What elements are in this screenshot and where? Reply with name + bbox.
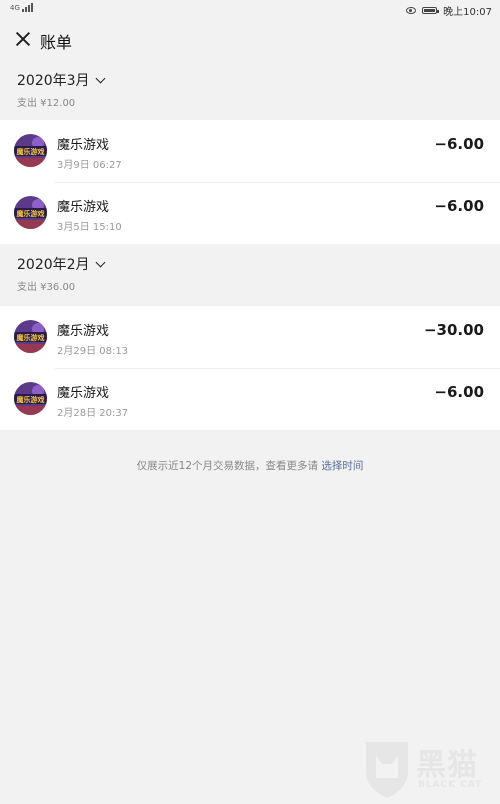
transaction-time: 3月9日 06:27 <box>57 160 122 171</box>
status-bar: 4G 晚上10:07 <box>0 0 500 18</box>
network-type: 4G <box>10 4 20 12</box>
transaction-time: 3月5日 15:10 <box>57 222 122 233</box>
select-time-link[interactable]: 选择时间 <box>321 460 363 472</box>
transaction-amount: −6.00 <box>434 383 484 401</box>
transaction-time: 2月28日 20:37 <box>57 408 129 419</box>
game-logo-icon: 魔乐游戏 <box>14 382 47 415</box>
page-title: 账单 <box>40 33 73 52</box>
game-logo-icon: 魔乐游戏 <box>14 196 47 229</box>
signal-bar-icon <box>27 5 30 12</box>
watermark-en: BLACK CAT <box>418 780 483 790</box>
black-cat-logo-icon <box>366 742 408 798</box>
footer-note: 仅展示近12个月交易数据，查看更多请 选择时间 <box>0 458 500 473</box>
month-selector[interactable]: 2020年2月 <box>17 254 105 274</box>
list-item[interactable]: 魔乐游戏 魔乐游戏 2月29日 08:13 −30.00 <box>0 306 500 368</box>
month-header-february: 2020年2月 支出 ¥36.00 <box>0 244 500 304</box>
avatar: 魔乐游戏 <box>14 134 47 167</box>
month-label: 2020年2月 <box>17 257 90 273</box>
transaction-list: 魔乐游戏 魔乐游戏 3月9日 06:27 −6.00 魔乐游戏 魔乐游戏 3月5… <box>0 120 500 244</box>
signal-bar-icon <box>24 7 27 12</box>
merchant-name: 魔乐游戏 <box>57 138 110 153</box>
month-summary: 支出 ¥36.00 <box>17 282 76 293</box>
list-item[interactable]: 魔乐游戏 魔乐游戏 2月28日 20:37 −6.00 <box>0 368 500 430</box>
transaction-time: 2月29日 08:13 <box>57 346 129 357</box>
chevron-down-icon <box>95 73 105 83</box>
list-item[interactable]: 魔乐游戏 魔乐游戏 3月9日 06:27 −6.00 <box>0 120 500 182</box>
watermark: 黑猫 BLACK CAT <box>362 738 500 800</box>
signal-indicator: 4G <box>10 3 33 12</box>
avatar: 魔乐游戏 <box>14 196 47 229</box>
transaction-amount: −30.00 <box>423 321 484 339</box>
battery-icon <box>422 7 440 14</box>
header: 账单 <box>0 18 500 60</box>
game-logo-icon: 魔乐游戏 <box>14 320 47 353</box>
svg-text:魔乐游戏: 魔乐游戏 <box>16 395 45 404</box>
status-time: 晚上10:07 <box>443 7 492 18</box>
signal-bar-icon <box>30 3 33 12</box>
merchant-name: 魔乐游戏 <box>57 386 110 401</box>
merchant-name: 魔乐游戏 <box>57 200 110 215</box>
svg-text:魔乐游戏: 魔乐游戏 <box>16 147 45 156</box>
month-selector[interactable]: 2020年3月 <box>17 70 105 90</box>
footer-note-text: 仅展示近12个月交易数据，查看更多请 <box>136 460 319 472</box>
avatar: 魔乐游戏 <box>14 320 47 353</box>
eye-icon <box>406 7 417 14</box>
merchant-name: 魔乐游戏 <box>57 324 110 339</box>
month-header-march: 2020年3月 支出 ¥12.00 <box>0 60 500 120</box>
transaction-amount: −6.00 <box>434 197 484 215</box>
close-icon[interactable] <box>14 30 32 48</box>
month-label: 2020年3月 <box>17 73 90 89</box>
month-summary: 支出 ¥12.00 <box>17 98 76 109</box>
svg-text:魔乐游戏: 魔乐游戏 <box>16 333 45 342</box>
list-item[interactable]: 魔乐游戏 魔乐游戏 3月5日 15:10 −6.00 <box>0 182 500 244</box>
watermark-cn: 黑猫 <box>416 748 478 783</box>
transaction-amount: −6.00 <box>434 135 484 153</box>
transaction-list: 魔乐游戏 魔乐游戏 2月29日 08:13 −30.00 魔乐游戏 魔乐游戏 2… <box>0 306 500 430</box>
avatar: 魔乐游戏 <box>14 382 47 415</box>
svg-text:魔乐游戏: 魔乐游戏 <box>16 209 45 218</box>
signal-bar-icon <box>21 9 24 12</box>
game-logo-icon: 魔乐游戏 <box>14 134 47 167</box>
chevron-down-icon <box>95 257 105 267</box>
